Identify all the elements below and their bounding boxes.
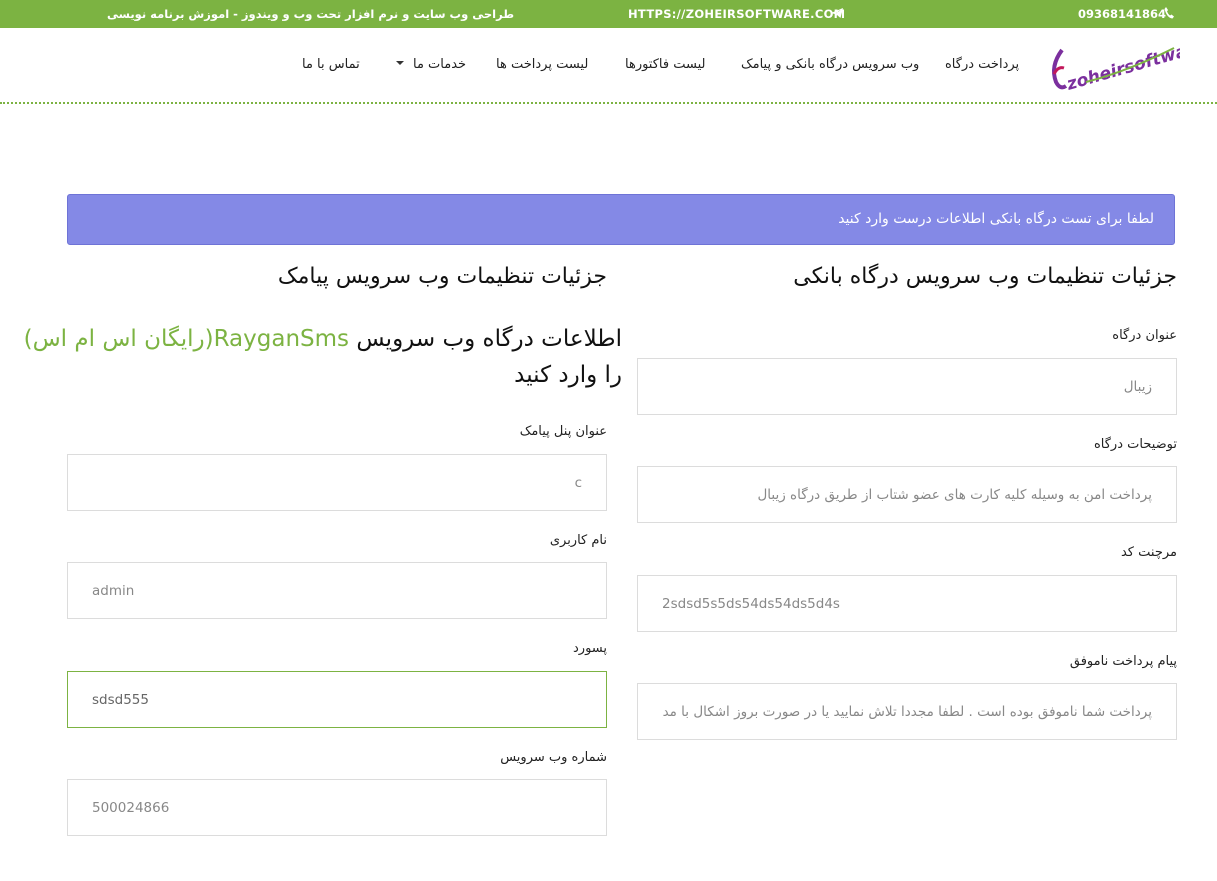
service-number-input[interactable] — [67, 779, 607, 836]
site-header — [0, 28, 1217, 102]
sms-intro-suffix: را وارد کنید — [514, 362, 622, 388]
alert-text: لطفا برای تست درگاه بانکی اطلاعات درست و… — [838, 211, 1154, 227]
chevron-down-icon — [396, 61, 404, 65]
nav-item-webservice[interactable]: وب سرویس درگاه بانکی و پیامک — [741, 57, 919, 72]
sms-panel-title-label: عنوان پنل پیامک — [519, 424, 607, 439]
sms-provider-link[interactable]: RayganSms(رایگان اس ام اس) — [24, 326, 349, 352]
service-number-label: شماره وب سرویس — [500, 750, 607, 765]
logo-text: zoheirsoftware — [1064, 36, 1180, 95]
top-bar: 09368141864 HTTPS://ZOHEIRSOFTWARE.COM ط… — [0, 0, 1217, 28]
username-label: نام کاربری — [549, 533, 607, 548]
merchant-code-label: مرچنت کد — [1120, 545, 1177, 560]
phone-icon — [1163, 6, 1175, 23]
password-label: پسورد — [573, 641, 607, 656]
username-input[interactable] — [67, 562, 607, 619]
website-link[interactable]: HTTPS://ZOHEIRSOFTWARE.COM — [628, 7, 845, 21]
password-input[interactable] — [67, 671, 607, 728]
nav-item-payments[interactable]: لیست پرداخت ها — [496, 57, 588, 72]
nav-item-services[interactable]: خدمات ما — [413, 57, 466, 72]
nav-item-contact[interactable]: تماس با ما — [302, 57, 360, 72]
gateway-title-input[interactable] — [637, 358, 1177, 415]
header-divider — [0, 102, 1217, 104]
info-alert: لطفا برای تست درگاه بانکی اطلاعات درست و… — [67, 194, 1175, 245]
sms-panel-title-input[interactable] — [67, 454, 607, 511]
gateway-title-label: عنوان درگاه — [1112, 328, 1177, 343]
gateway-description-input[interactable] — [637, 466, 1177, 523]
failed-payment-message-label: پیام پرداخت ناموفق — [1069, 654, 1177, 669]
site-slogan: طراحی وب سایت و نرم افزار تحت وب و ویندو… — [107, 7, 515, 21]
site-logo[interactable]: zoheirsoftware — [1046, 36, 1208, 96]
gateway-description-label: توضیحات درگاه — [1093, 437, 1177, 452]
sms-intro: اطلاعات درگاه وب سرویس RayganSms(رایگان … — [24, 326, 622, 352]
nav-item-payment-gateway[interactable]: پرداخت درگاه — [945, 57, 1019, 72]
sms-settings-heading: جزئیات تنظیمات وب سرویس پیامک — [277, 264, 607, 289]
merchant-code-input[interactable] — [637, 575, 1177, 632]
phone-number[interactable]: 09368141864 — [1078, 7, 1166, 21]
sms-intro-prefix: اطلاعات درگاه وب سرویس — [356, 326, 622, 352]
telegram-icon[interactable] — [830, 6, 844, 23]
nav-item-invoices[interactable]: لیست فاکتورها — [625, 57, 705, 72]
failed-payment-message-input[interactable] — [637, 683, 1177, 740]
bank-settings-heading: جزئیات تنظیمات وب سرویس درگاه بانکی — [793, 264, 1177, 289]
